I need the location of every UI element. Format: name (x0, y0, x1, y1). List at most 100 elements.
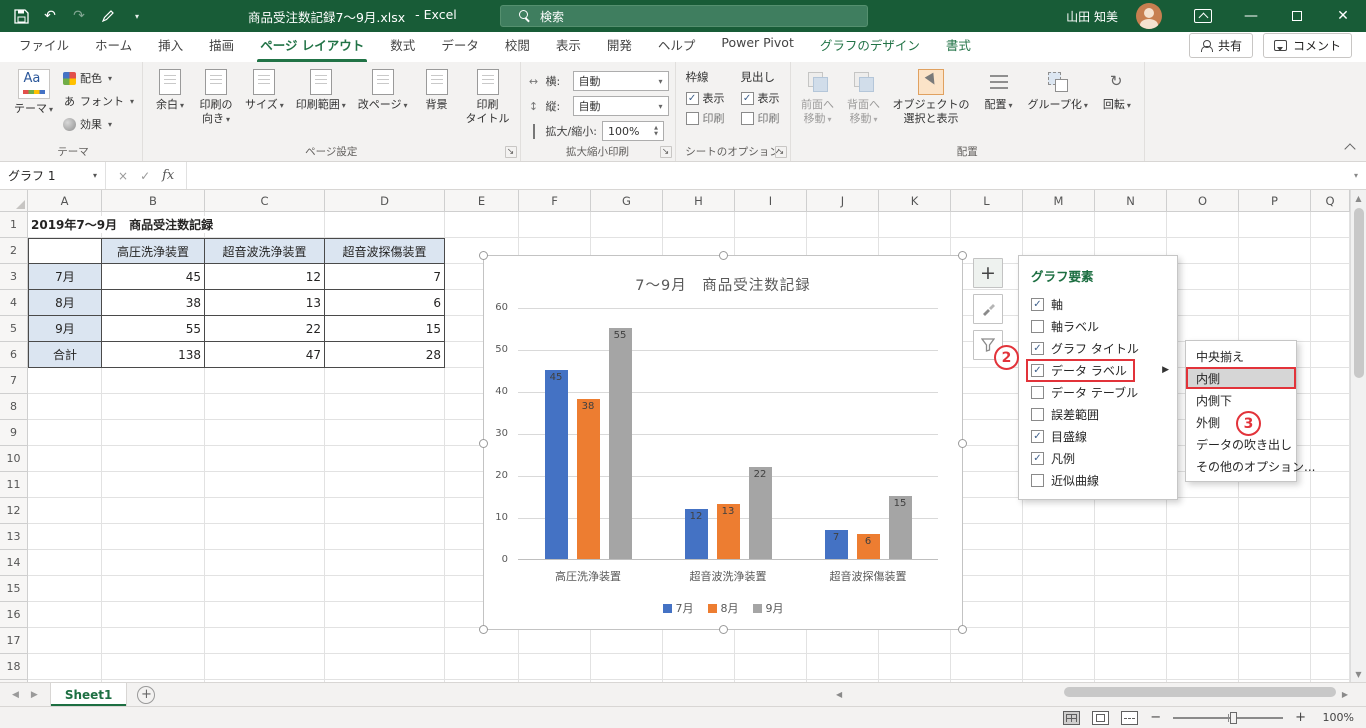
cell-Q1[interactable] (1311, 212, 1350, 238)
cell-L18[interactable] (951, 654, 1023, 680)
chart-element-軸ラベル[interactable]: 軸ラベル (1019, 315, 1177, 337)
column-header-E[interactable]: E (445, 190, 519, 212)
vertical-scrollbar[interactable]: ▲ ▼ (1350, 190, 1366, 682)
row-header-2[interactable]: 2 (0, 238, 28, 264)
cell-M15[interactable] (1023, 576, 1095, 602)
cell-P14[interactable] (1239, 550, 1311, 576)
checkbox[interactable] (685, 111, 699, 125)
chart-resize-handle[interactable] (719, 251, 728, 260)
row-header-3[interactable]: 3 (0, 264, 28, 290)
cell-A12[interactable] (28, 498, 102, 524)
cell-K17[interactable] (879, 628, 951, 654)
cell-C6[interactable]: 47 (205, 342, 325, 368)
cell-A8[interactable] (28, 394, 102, 420)
cell-P12[interactable] (1239, 498, 1311, 524)
checkbox[interactable] (1031, 407, 1044, 421)
tab-Power Pivot[interactable]: Power Pivot (708, 29, 806, 62)
chevron-down-icon[interactable]: ▾ (93, 171, 97, 180)
tab-ページ レイアウト[interactable]: ページ レイアウト (247, 29, 377, 62)
cell-J1[interactable] (807, 212, 879, 238)
scroll-down-icon[interactable]: ▼ (1351, 666, 1366, 682)
user-name[interactable]: 山田 知美 (1066, 8, 1118, 25)
checkbox[interactable] (1031, 319, 1044, 333)
cell-D8[interactable] (325, 394, 445, 420)
cell-P16[interactable] (1239, 602, 1311, 628)
scroll-left-icon[interactable]: ◀ (836, 690, 842, 699)
tab-ファイル[interactable]: ファイル (6, 29, 82, 62)
tab-校閲[interactable]: 校閲 (492, 29, 543, 62)
cell-J18[interactable] (807, 654, 879, 680)
cell-C15[interactable] (205, 576, 325, 602)
checkbox[interactable]: ✓ (1031, 363, 1044, 377)
legend-item-9月[interactable]: 9月 (752, 600, 784, 616)
cell-M18[interactable] (1023, 654, 1095, 680)
sheet-nav-left-icon[interactable]: ◀ (12, 690, 19, 700)
theme-colors-button[interactable]: 配色 ▾ (61, 69, 136, 87)
formula-input[interactable] (187, 162, 1346, 189)
column-header-H[interactable]: H (663, 190, 735, 212)
column-header-J[interactable]: J (807, 190, 879, 212)
cell-D17[interactable] (325, 628, 445, 654)
column-header-M[interactable]: M (1023, 190, 1095, 212)
row-header-13[interactable]: 13 (0, 524, 28, 550)
cell-M17[interactable] (1023, 628, 1095, 654)
tab-描画[interactable]: 描画 (196, 29, 247, 62)
print-area-button[interactable]: 印刷範囲 ▾ (292, 66, 350, 145)
cell-P3[interactable] (1239, 264, 1311, 290)
bar-7月-高圧洗浄装置[interactable]: 45 (544, 370, 568, 559)
bar-9月-超音波探傷装置[interactable]: 15 (888, 496, 912, 559)
checkbox[interactable] (1031, 385, 1044, 399)
cell-A7[interactable] (28, 368, 102, 394)
chart-element-軸[interactable]: ✓ 軸 (1019, 293, 1177, 315)
枠線-表示-checkbox-row[interactable]: ✓ 表示 (685, 90, 725, 106)
cell-O13[interactable] (1167, 524, 1239, 550)
cell-Q18[interactable] (1311, 654, 1350, 680)
tab-書式[interactable]: 書式 (933, 29, 984, 62)
cell-A16[interactable] (28, 602, 102, 628)
cell-D7[interactable] (325, 368, 445, 394)
cell-A3[interactable]: 7月 (28, 264, 102, 290)
cell-B9[interactable] (102, 420, 205, 446)
cell-C18[interactable] (205, 654, 325, 680)
cell-C2[interactable]: 超音波洗浄装置 (205, 238, 325, 264)
row-header-9[interactable]: 9 (0, 420, 28, 446)
cell-A11[interactable] (28, 472, 102, 498)
cell-D10[interactable] (325, 446, 445, 472)
cell-A6[interactable]: 合計 (28, 342, 102, 368)
cell-C10[interactable] (205, 446, 325, 472)
maximize-button[interactable] (1274, 0, 1320, 32)
cell-C8[interactable] (205, 394, 325, 420)
cell-P15[interactable] (1239, 576, 1311, 602)
cell-Q15[interactable] (1311, 576, 1350, 602)
cell-D2[interactable]: 超音波探傷装置 (325, 238, 445, 264)
cell-Q3[interactable] (1311, 264, 1350, 290)
cell-B15[interactable] (102, 576, 205, 602)
column-header-K[interactable]: K (879, 190, 951, 212)
cell-A1[interactable]: 2019年7〜9月 商品受注数記録 (28, 212, 220, 238)
cell-Q13[interactable] (1311, 524, 1350, 550)
cell-B3[interactable]: 45 (102, 264, 205, 290)
column-header-B[interactable]: B (102, 190, 205, 212)
枠線-印刷-checkbox-row[interactable]: 印刷 (685, 110, 725, 126)
close-button[interactable]: ✕ (1320, 0, 1366, 32)
save-icon[interactable] (13, 7, 29, 25)
breaks-button[interactable]: 改ページ ▾ (354, 66, 412, 145)
cell-Q9[interactable] (1311, 420, 1350, 446)
selection-pane-button[interactable]: オブジェクトの 選択と表示 (889, 66, 974, 145)
data-label-position-内側[interactable]: 内側 (1186, 367, 1296, 389)
column-header-G[interactable]: G (591, 190, 663, 212)
bar-9月-超音波洗浄装置[interactable]: 22 (748, 466, 772, 559)
avatar[interactable] (1136, 3, 1162, 29)
rotate-button[interactable]: 回転▾ (1096, 66, 1138, 145)
cell-P5[interactable] (1239, 316, 1311, 342)
cell-O1[interactable] (1167, 212, 1239, 238)
checkbox[interactable]: ✓ (1031, 429, 1044, 443)
cell-P1[interactable] (1239, 212, 1311, 238)
cell-I18[interactable] (735, 654, 807, 680)
column-header-P[interactable]: P (1239, 190, 1311, 212)
data-label-position-中央揃え[interactable]: 中央揃え (1186, 345, 1296, 367)
tab-挿入[interactable]: 挿入 (145, 29, 196, 62)
data-label-position-その他のオプション...[interactable]: その他のオプション... (1186, 455, 1315, 477)
add-sheet-button[interactable]: + (137, 685, 156, 704)
cell-B5[interactable]: 55 (102, 316, 205, 342)
